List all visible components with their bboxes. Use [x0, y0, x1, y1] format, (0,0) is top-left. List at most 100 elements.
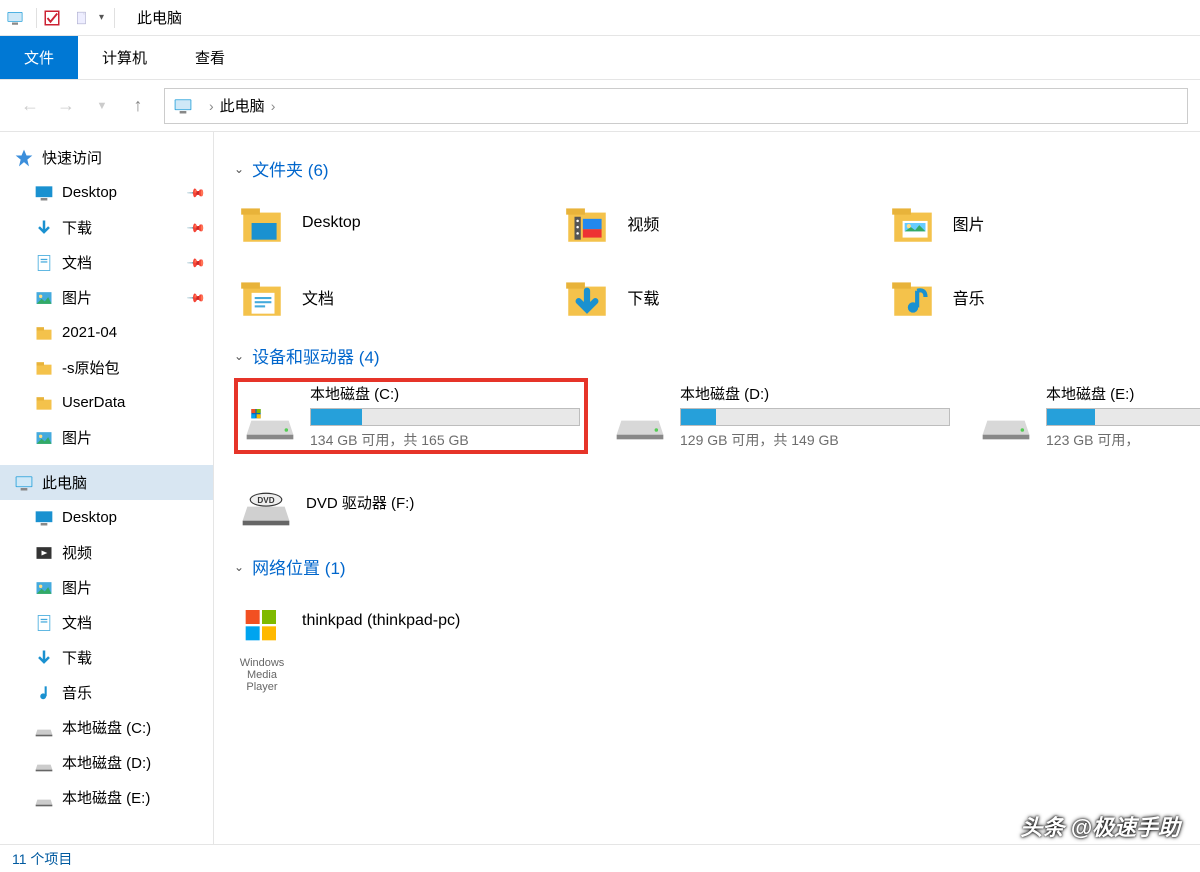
- document-icon[interactable]: [75, 9, 89, 27]
- window-title: 此电脑: [137, 7, 182, 28]
- sidebar-item-label: 音乐: [62, 682, 203, 703]
- drive-icon: [34, 788, 54, 808]
- drive-free-text: 134 GB 可用，共 165 GB: [310, 430, 580, 450]
- computer-icon: [171, 96, 195, 116]
- sidebar-quick-item[interactable]: -s原始包: [0, 350, 213, 385]
- sidebar-item-label: 本地磁盘 (E:): [62, 787, 203, 808]
- pin-icon: 📌: [186, 253, 206, 273]
- folder-item[interactable]: 音乐: [885, 265, 1190, 329]
- desktop-icon: [34, 183, 54, 203]
- drive-usage-bar: [310, 408, 580, 426]
- network-sub: Windows Media Player: [234, 657, 290, 693]
- windows-media-icon: Windows Media Player: [234, 596, 290, 646]
- folder-item[interactable]: 图片: [885, 191, 1190, 255]
- sidebar-quick-item[interactable]: 图片: [0, 420, 213, 455]
- chevron-down-icon: ⌄: [234, 162, 244, 176]
- main-panel: ⌄ 文件夹 (6) Desktop 视频 图片文档下载音乐 ⌄ 设备和驱动器 (4)…: [214, 132, 1200, 844]
- drive-icon: [34, 718, 54, 738]
- sidebar-quick-item[interactable]: 下载📌: [0, 210, 213, 245]
- sidebar-item-label: 图片: [62, 577, 203, 598]
- computer-icon: [14, 473, 34, 493]
- sidebar[interactable]: 快速访问 Desktop📌下载📌文档📌图片📌2021-04-s原始包UserDa…: [0, 132, 214, 844]
- sidebar-pc-item[interactable]: 音乐: [0, 675, 213, 710]
- sidebar-item-label: 下载: [62, 647, 203, 668]
- drive-item[interactable]: DVDDVD 驱动器 (F:): [234, 464, 588, 540]
- checkbox-icon[interactable]: [43, 9, 61, 27]
- folders-grid: Desktop 视频 图片文档下载音乐: [234, 191, 1190, 329]
- folder-label: 图片: [953, 211, 985, 235]
- folder-item[interactable]: 文档: [234, 265, 539, 329]
- documents-icon: [234, 272, 290, 322]
- sidebar-pc-item[interactable]: 图片: [0, 570, 213, 605]
- sidebar-pc-item[interactable]: 本地磁盘 (D:): [0, 745, 213, 780]
- chevron-right-icon[interactable]: ›: [271, 98, 276, 114]
- folder-item[interactable]: 视频: [559, 191, 864, 255]
- section-folders-header[interactable]: ⌄ 文件夹 (6): [234, 156, 1190, 181]
- sidebar-item-label: 快速访问: [42, 147, 203, 168]
- pictures-icon: [885, 198, 941, 248]
- drive-icon: [978, 388, 1034, 444]
- music-icon: [885, 272, 941, 322]
- section-drives-header[interactable]: ⌄ 设备和驱动器 (4): [234, 343, 1190, 368]
- downloads-icon: [34, 648, 54, 668]
- drive-item[interactable]: 本地磁盘 (C:) 134 GB 可用，共 165 GB: [234, 378, 588, 454]
- star-icon: [14, 148, 34, 168]
- tab-computer[interactable]: 计算机: [78, 36, 171, 79]
- folder-label: 视频: [627, 211, 659, 235]
- folder-icon: [34, 358, 54, 378]
- tab-view[interactable]: 查看: [171, 36, 249, 79]
- folder-icon: [34, 393, 54, 413]
- drive-free-text: 123 GB 可用，: [1046, 430, 1200, 450]
- drive-item[interactable]: 本地磁盘 (D:)129 GB 可用，共 149 GB: [608, 378, 954, 454]
- pictures-icon: [34, 578, 54, 598]
- chevron-right-icon[interactable]: ›: [209, 98, 214, 114]
- network-item[interactable]: Windows Media Playerthinkpad (thinkpad-p…: [234, 589, 1190, 653]
- drive-free-text: 129 GB 可用，共 149 GB: [680, 430, 950, 450]
- sidebar-item-label: 视频: [62, 542, 203, 563]
- sidebar-pc-item[interactable]: 下载: [0, 640, 213, 675]
- downloads-icon: [34, 218, 54, 238]
- content-area: 快速访问 Desktop📌下载📌文档📌图片📌2021-04-s原始包UserDa…: [0, 132, 1200, 844]
- sidebar-quick-item[interactable]: 文档📌: [0, 245, 213, 280]
- nav-recent-dropdown[interactable]: ▼: [84, 88, 120, 124]
- qat-dropdown[interactable]: ▾: [99, 12, 104, 23]
- sidebar-quick-item[interactable]: 2021-04: [0, 315, 213, 350]
- drive-item[interactable]: 本地磁盘 (E:) 123 GB 可用，: [974, 378, 1200, 454]
- sidebar-quick-item[interactable]: 图片📌: [0, 280, 213, 315]
- drive-icon: [34, 753, 54, 773]
- titlebar-divider-2: [114, 8, 115, 28]
- sidebar-pc-item[interactable]: Desktop: [0, 500, 213, 535]
- folder-item[interactable]: 下载: [559, 265, 864, 329]
- section-network-header[interactable]: ⌄ 网络位置 (1): [234, 554, 1190, 579]
- sidebar-item-label: 本地磁盘 (C:): [62, 717, 203, 738]
- computer-icon: [6, 9, 24, 27]
- titlebar: ▾ 此电脑: [0, 0, 1200, 36]
- drive-icon: [612, 388, 668, 444]
- nav-back-button[interactable]: ←: [12, 88, 48, 124]
- sidebar-quick-item[interactable]: UserData: [0, 385, 213, 420]
- breadcrumb-root[interactable]: 此电脑: [220, 95, 265, 116]
- music-icon: [34, 683, 54, 703]
- sidebar-quick-item[interactable]: Desktop📌: [0, 175, 213, 210]
- nav-forward-button[interactable]: →: [48, 88, 84, 124]
- sidebar-item-label: 本地磁盘 (D:): [62, 752, 203, 773]
- drive-name: 本地磁盘 (C:): [310, 383, 580, 404]
- watermark: 头条 @极速手助: [1020, 810, 1180, 842]
- drive-name: 本地磁盘 (E:): [1046, 383, 1200, 404]
- tab-file[interactable]: 文件: [0, 36, 78, 79]
- chevron-down-icon: ⌄: [234, 349, 244, 363]
- sidebar-pc-item[interactable]: 本地磁盘 (C:): [0, 710, 213, 745]
- nav-up-button[interactable]: ↑: [120, 88, 156, 124]
- folder-item[interactable]: Desktop: [234, 191, 539, 255]
- sidebar-quick-access[interactable]: 快速访问: [0, 140, 213, 175]
- address-bar[interactable]: › 此电脑 ›: [164, 88, 1188, 124]
- sidebar-pc-item[interactable]: 文档: [0, 605, 213, 640]
- sidebar-item-label: 2021-04: [62, 324, 203, 341]
- sidebar-pc-item[interactable]: 视频: [0, 535, 213, 570]
- sidebar-this-pc[interactable]: 此电脑: [0, 465, 213, 500]
- sidebar-item-label: -s原始包: [62, 357, 203, 378]
- videos-icon: [559, 198, 615, 248]
- status-bar: 11 个项目: [0, 844, 1200, 872]
- sidebar-pc-item[interactable]: 本地磁盘 (E:): [0, 780, 213, 815]
- chevron-down-icon: ⌄: [234, 560, 244, 574]
